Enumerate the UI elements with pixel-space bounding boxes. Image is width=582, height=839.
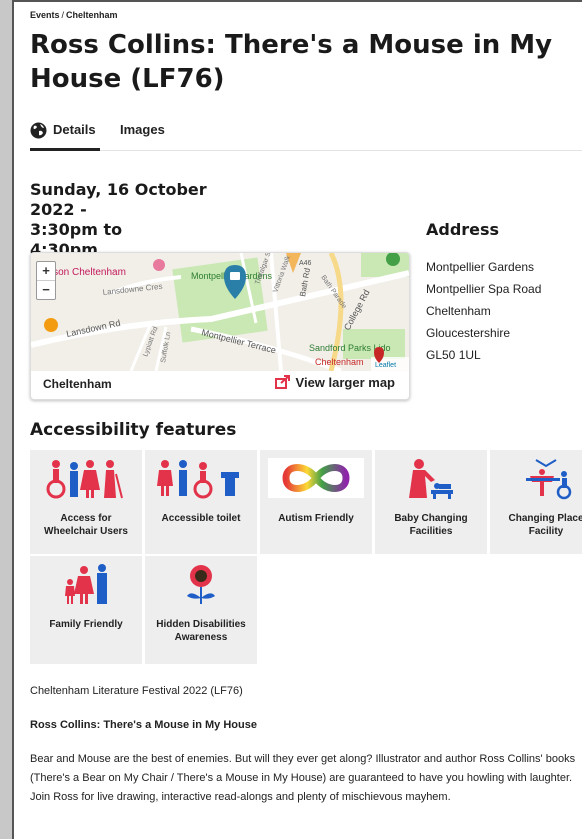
map-town-label: Cheltenham [43,377,112,391]
event-subtitle: Ross Collins: There's a Mouse in My Hous… [30,719,257,731]
tab-details[interactable]: Details [30,120,100,151]
accessible-toilet-icon [157,460,239,499]
view-larger-map-label: View larger map [295,375,395,390]
globe-icon [30,122,47,139]
address-line: GL50 1UL [426,348,481,362]
external-link-icon [274,375,290,389]
map-zoom-controls: + − [36,261,56,300]
accessibility-heading: Accessibility features [30,420,237,440]
page: Events / Cheltenham Ross Collins: There's … [12,0,582,839]
map-label: Cheltenham [315,357,364,367]
event-date-line-2: 3:30pm to [30,220,123,239]
baby-changing-icon [409,459,453,499]
map-card: Maison Cheltenham Montpellier Gardens La… [30,252,410,400]
map-footer: Cheltenham View larger map [31,371,409,399]
feature-card-wheelchair: Access for Wheelchair Users [30,450,142,554]
map-attribution[interactable]: Leaflet [375,362,396,369]
tab-bar: Details Images [30,120,582,151]
feature-card-family-friendly: Family Friendly [30,556,142,664]
feature-label: Autism Friendly [278,513,354,524]
breadcrumb-separator: / [61,10,65,20]
feature-label: Access for Wheelchair Users [44,513,128,537]
feature-label: Changing Place Facility [508,513,582,537]
map-poi-icon [44,318,58,332]
wheelchair-family-icon [46,460,123,499]
feature-card-changing-place: Changing Place Facility [490,450,582,554]
feature-label: Family Friendly [49,619,123,630]
feature-card-baby-changing: Baby Changing Facilities [375,450,487,554]
tab-images[interactable]: Images [120,120,165,148]
address-block: Montpellier Gardens Montpellier Spa Road… [426,256,541,366]
feature-label: Accessible toilet [161,513,241,524]
infinity-icon [268,458,364,498]
zoom-in-button[interactable]: + [37,262,55,281]
feature-card-autism-friendly: Autism Friendly [260,450,372,554]
feature-card-accessible-toilet: Accessible toilet [145,450,257,554]
address-line: Gloucestershire [426,326,511,340]
map[interactable]: Maison Cheltenham Montpellier Gardens La… [31,253,409,371]
breadcrumb-events-link[interactable]: Events [30,10,60,20]
event-date: Sunday, 16 October 2022 - 3:30pm to 4:30… [30,180,250,260]
address-heading: Address [426,220,500,239]
festival-name: Cheltenham Literature Festival 2022 (LF7… [30,685,243,697]
feature-label: Hidden Disabilities Awareness [156,619,246,643]
tab-details-label: Details [53,122,96,137]
sunflower-icon [187,565,215,604]
address-line: Montpellier Gardens [426,260,535,274]
feature-label: Baby Changing Facilities [394,513,468,537]
address-line: Cheltenham [426,304,491,318]
family-icon [65,564,107,604]
address-line: Montpellier Spa Road [426,282,542,296]
changing-place-icon [526,459,572,500]
breadcrumb: Events / Cheltenham [30,10,118,20]
view-larger-map-link[interactable]: View larger map [274,375,395,390]
event-description: Bear and Mouse are the best of enemies. … [30,753,576,803]
page-title: Ross Collins: There's a Mouse in My Hous… [30,30,553,94]
zoom-out-button[interactable]: − [37,281,55,299]
feature-card-hidden-disabilities: Hidden Disabilities Awareness [145,556,257,664]
event-date-line-1: Sunday, 16 October 2022 - [30,180,207,219]
breadcrumb-cheltenham-link[interactable]: Cheltenham [66,10,118,20]
map-label: A46 [299,260,312,267]
tab-images-label: Images [120,122,165,137]
